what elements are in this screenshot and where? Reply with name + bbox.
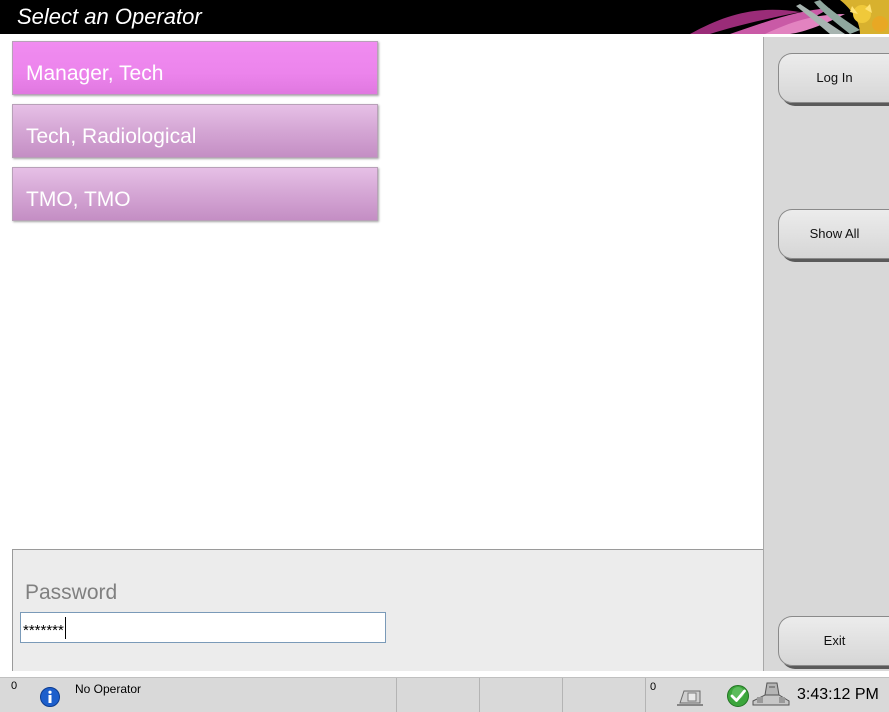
password-panel: Password ******* <box>12 549 763 671</box>
login-button-label: Log In <box>816 70 853 85</box>
operator-item-manager-tech[interactable]: Manager, Tech <box>12 41 378 95</box>
operator-label: Manager, Tech <box>26 62 164 85</box>
password-value: ******* <box>23 621 64 639</box>
show-all-button[interactable]: Show All <box>778 209 889 259</box>
text-caret <box>64 617 66 639</box>
status-divider <box>479 678 480 712</box>
status-divider <box>645 678 646 712</box>
clock-time: 3:43:12 PM <box>797 686 879 703</box>
title-bar: Select an Operator <box>0 0 889 34</box>
login-button[interactable]: Log In <box>778 53 889 103</box>
action-panel: Log In Show All Exit <box>763 37 889 671</box>
password-label: Password <box>25 581 118 604</box>
exit-button-label: Exit <box>823 633 846 648</box>
operator-status: No Operator <box>75 682 142 696</box>
password-field[interactable]: ******* <box>20 612 386 643</box>
gantry-icon[interactable] <box>749 681 793 709</box>
check-icon[interactable] <box>725 684 751 708</box>
status-left-count: 0 <box>11 680 18 692</box>
status-bar: 0 No Operator 0 3:43:12 PM <box>0 677 889 712</box>
operator-item-tmo-tmo[interactable]: TMO, TMO <box>12 167 378 221</box>
status-right-count: 0 <box>650 681 657 693</box>
operator-item-tech-radiological[interactable]: Tech, Radiological <box>12 104 378 158</box>
operator-label: Tech, Radiological <box>26 125 197 148</box>
tube-icon[interactable] <box>674 685 706 707</box>
exit-button[interactable]: Exit <box>778 616 889 666</box>
status-divider <box>562 678 563 712</box>
info-icon[interactable] <box>40 687 60 707</box>
show-all-button-label: Show All <box>809 226 860 241</box>
window-title: Select an Operator <box>17 4 202 29</box>
status-divider <box>396 678 397 712</box>
operator-label: TMO, TMO <box>26 188 131 211</box>
